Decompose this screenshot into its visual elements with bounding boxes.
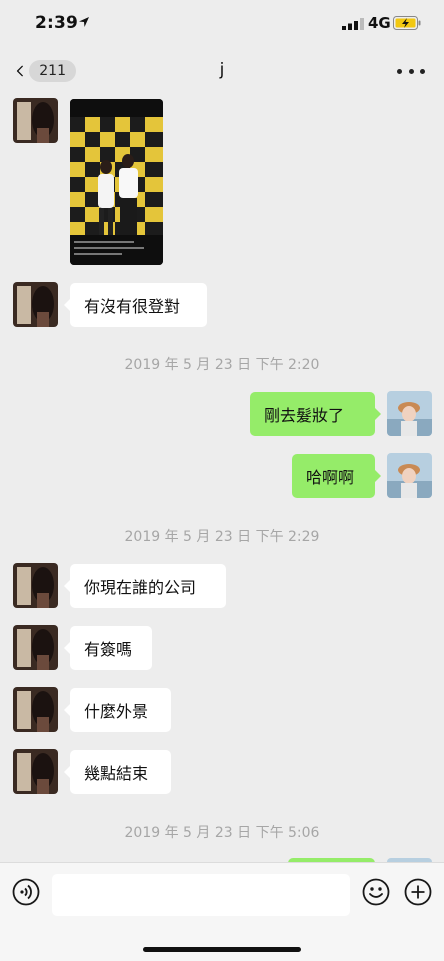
more-dots-icon[interactable] xyxy=(397,62,425,80)
battery-charging-icon xyxy=(393,16,421,30)
chat-input-bar xyxy=(0,862,444,961)
plus-icon[interactable] xyxy=(404,878,432,906)
contact-avatar[interactable] xyxy=(13,625,58,670)
status-time: 2:39 xyxy=(35,13,79,33)
my-avatar[interactable] xyxy=(387,391,432,436)
message-timestamp: 2019 年 5 月 23 日 下午 5:06 xyxy=(124,825,320,841)
incoming-message[interactable]: 你現在誰的公司 xyxy=(64,564,226,608)
location-arrow-icon xyxy=(79,17,89,27)
incoming-message[interactable]: 有沒有很登對 xyxy=(64,283,207,327)
contact-avatar[interactable] xyxy=(13,687,58,732)
chat-header: 211 j xyxy=(0,48,444,94)
contact-avatar[interactable] xyxy=(13,749,58,794)
status-bar: 2:39 4G xyxy=(0,0,444,48)
incoming-message[interactable]: 什麼外景 xyxy=(64,688,171,732)
chat-title: j xyxy=(219,60,225,80)
home-indicator[interactable] xyxy=(143,947,301,952)
my-avatar[interactable] xyxy=(387,453,432,498)
outgoing-message[interactable]: 剛去髮妝了 xyxy=(250,392,381,436)
message-input[interactable] xyxy=(52,874,350,916)
signal-icon xyxy=(342,18,364,30)
outgoing-message[interactable]: 哈啊啊 xyxy=(292,454,381,498)
emoji-icon[interactable] xyxy=(362,878,390,906)
message-timestamp: 2019 年 5 月 23 日 下午 2:29 xyxy=(124,529,320,545)
contact-avatar[interactable] xyxy=(13,282,58,327)
incoming-message[interactable]: 幾點結束 xyxy=(64,750,171,794)
incoming-message[interactable]: 有簽嗎 xyxy=(64,626,152,670)
contact-avatar[interactable] xyxy=(13,98,58,143)
voice-icon[interactable] xyxy=(12,878,40,906)
network-label: 4G xyxy=(368,14,391,32)
message-timestamp: 2019 年 5 月 23 日 下午 2:20 xyxy=(124,357,320,373)
contact-avatar[interactable] xyxy=(13,563,58,608)
shared-photo[interactable] xyxy=(70,99,163,265)
